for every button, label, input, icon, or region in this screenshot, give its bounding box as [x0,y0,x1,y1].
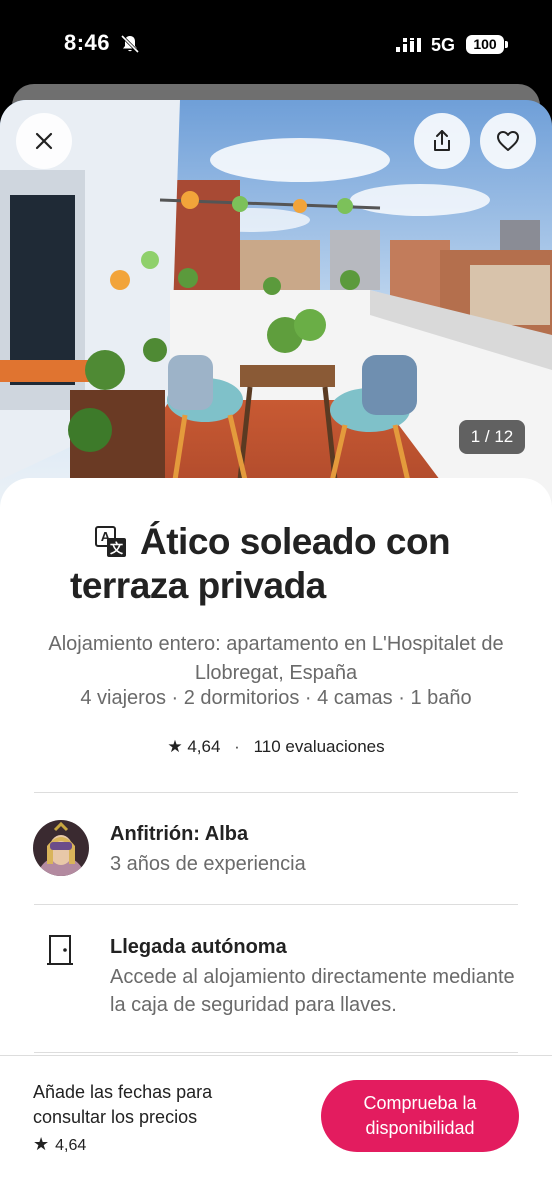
host-experience: 3 años de experiencia [110,853,306,875]
status-bar: 8:46 5G 100 [0,0,552,92]
reviews-link[interactable]: 110 evaluaciones [254,737,385,756]
star-icon: ★ [33,1134,50,1154]
share-button[interactable] [414,113,470,169]
rating-row[interactable]: ★ 4,64 · 110 evaluaciones [0,737,552,757]
footer-rating-value: 4,64 [55,1137,87,1154]
checkin-description: Accede al alojamiento directamente media… [110,966,515,1016]
divider [34,792,518,793]
bell-off-icon [120,34,140,54]
footer-rating: ★ 4,64 [33,1134,86,1155]
close-button[interactable] [16,113,72,169]
listing-title: Ático soleado con terraza privada [70,521,451,606]
listing-subtitle: Alojamiento entero: apartamento en L'Hos… [48,633,504,684]
dates-prompt: Añade las fechas para consultar los prec… [33,1082,213,1127]
status-time: 8:46 [64,30,111,55]
divider [34,904,518,905]
checkin-title: Llegada autónoma [110,936,287,958]
battery-indicator: 100 [466,35,508,54]
listing-photo[interactable] [0,100,552,520]
favorite-button[interactable] [480,113,536,169]
avatar[interactable] [33,820,89,876]
signal-icon [396,38,421,52]
host-avatar-image [33,820,89,876]
share-icon [434,130,450,151]
screen: 8:46 5G 100 1 / 12 A 文 Ático soleado con… [0,0,552,1200]
listing-details: 4 viajeros · 2 dormitorios · 4 camas · 1… [80,687,472,709]
heart-icon [497,131,519,151]
rating-value: 4,64 [187,737,221,756]
terrace-photo-illustration [0,100,552,520]
door-icon [47,935,73,965]
close-icon [35,132,53,150]
divider [34,1052,518,1053]
network-label: 5G [431,35,456,55]
photo-counter: 1 / 12 [459,420,525,454]
star-icon: ★ [167,737,183,756]
booking-bar: Añade las fechas para consultar los prec… [0,1055,552,1200]
host-title[interactable]: Anfitrión: Alba [110,823,248,846]
separator-dot: · [234,737,240,756]
check-availability-button[interactable]: Comprueba la disponibilidad [321,1080,519,1152]
